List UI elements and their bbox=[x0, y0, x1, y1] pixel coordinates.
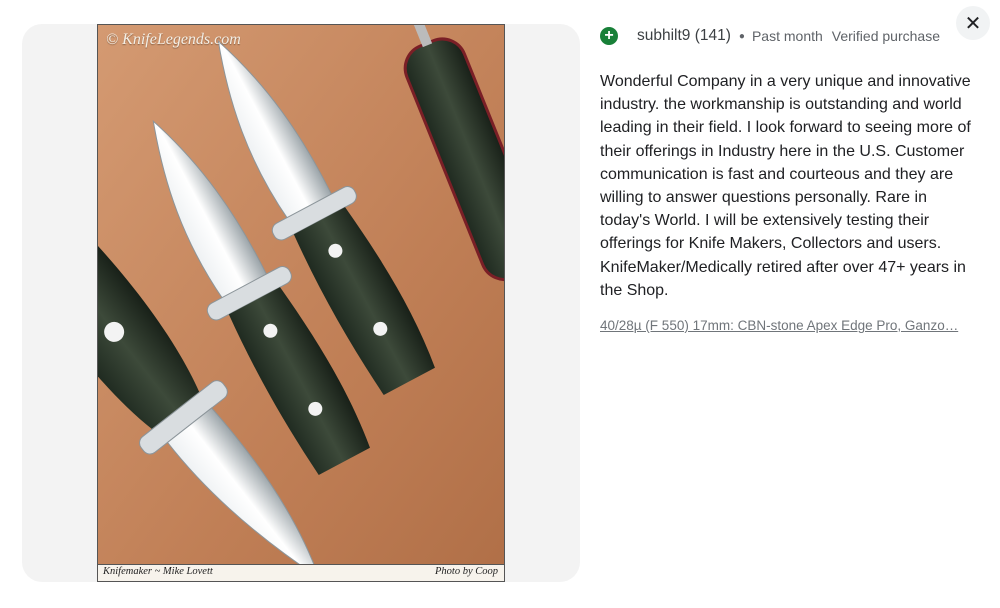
review-photo[interactable]: © KnifeLegends.com Knifemaker ~ Mike Lov… bbox=[97, 24, 505, 582]
caption-bar: Knifemaker ~ Mike Lovett Photo by Coop bbox=[98, 564, 504, 581]
product-link[interactable]: 40/28µ (F 550) 17mm: CBN-stone Apex Edge… bbox=[600, 318, 972, 333]
review-text: Wonderful Company in a very unique and i… bbox=[600, 73, 971, 299]
review-header: + subhilt9 (141) ● Past month Verified p… bbox=[600, 24, 978, 48]
watermark-text: © KnifeLegends.com bbox=[106, 31, 241, 48]
close-icon: ✕ bbox=[964, 12, 982, 35]
reviewer-name[interactable]: subhilt9 (141) bbox=[637, 27, 731, 45]
review-time: Past month bbox=[751, 28, 823, 44]
caption-left: Knifemaker ~ Mike Lovett bbox=[103, 566, 213, 577]
review-panel: + subhilt9 (141) ● Past month Verified p… bbox=[600, 24, 978, 333]
plus-icon: + bbox=[600, 27, 618, 45]
verified-badge: Verified purchase bbox=[831, 28, 940, 44]
close-button[interactable]: ✕ bbox=[956, 6, 990, 40]
knife-photo-art bbox=[98, 25, 504, 581]
separator-dot: ● bbox=[738, 30, 745, 42]
caption-right: Photo by Coop bbox=[435, 566, 498, 577]
